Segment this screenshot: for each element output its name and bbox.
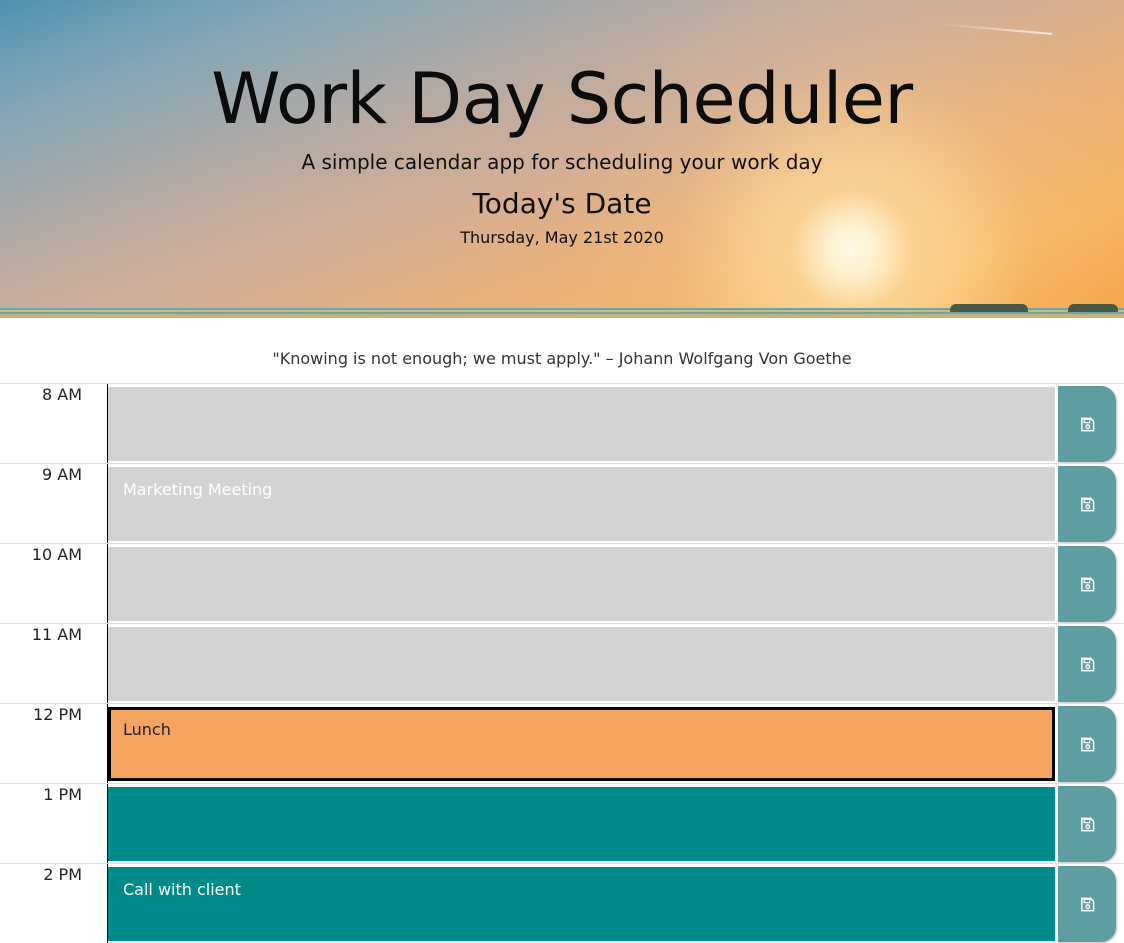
hour-label: 11 AM [31, 625, 82, 644]
save-icon [1080, 497, 1094, 511]
time-block: 10 AM [0, 543, 1124, 623]
horizon [0, 304, 1124, 318]
hour-label: 2 PM [43, 865, 82, 884]
description-input[interactable] [108, 387, 1055, 461]
save-button[interactable] [1058, 466, 1116, 542]
hour-label: 10 AM [31, 545, 82, 564]
time-block-list: 8 AM 9 AM Marketing Meeting 10 AM 11 AM … [0, 383, 1124, 943]
save-button[interactable] [1058, 386, 1116, 462]
hour-label: 12 PM [33, 705, 82, 724]
save-button[interactable] [1058, 786, 1116, 862]
time-block: 1 PM [0, 783, 1124, 863]
description-input[interactable] [108, 787, 1055, 861]
time-block: 11 AM [0, 623, 1124, 703]
save-button[interactable] [1058, 866, 1116, 942]
time-block: 12 PM Lunch [0, 703, 1124, 783]
time-block: 8 AM [0, 383, 1124, 463]
hour-label: 8 AM [41, 385, 82, 404]
description-input[interactable]: Call with client [108, 867, 1055, 941]
quote: "Knowing is not enough; we must apply." … [272, 349, 852, 368]
save-icon [1080, 577, 1094, 591]
save-button[interactable] [1058, 546, 1116, 622]
treeline [1068, 304, 1118, 312]
save-icon [1080, 817, 1094, 831]
current-date: Thursday, May 21st 2020 [460, 228, 664, 247]
hour-label: 1 PM [43, 785, 82, 804]
save-icon [1080, 417, 1094, 431]
save-icon [1080, 897, 1094, 911]
description-input[interactable] [108, 547, 1055, 621]
hour-label: 9 AM [41, 465, 82, 484]
save-icon [1080, 737, 1094, 751]
save-button[interactable] [1058, 626, 1116, 702]
save-icon [1080, 657, 1094, 671]
description-input[interactable]: Lunch [108, 707, 1055, 781]
description-input[interactable]: Marketing Meeting [108, 467, 1055, 541]
time-block: 9 AM Marketing Meeting [0, 463, 1124, 543]
time-block: 2 PM Call with client [0, 863, 1124, 943]
description-input[interactable] [108, 627, 1055, 701]
save-button[interactable] [1058, 706, 1116, 782]
page-subtitle: A simple calendar app for scheduling you… [301, 150, 823, 174]
header-banner: Work Day Scheduler A simple calendar app… [0, 0, 1124, 318]
treeline [950, 304, 1028, 312]
date-heading: Today's Date [472, 187, 652, 220]
page-title: Work Day Scheduler [211, 58, 913, 140]
